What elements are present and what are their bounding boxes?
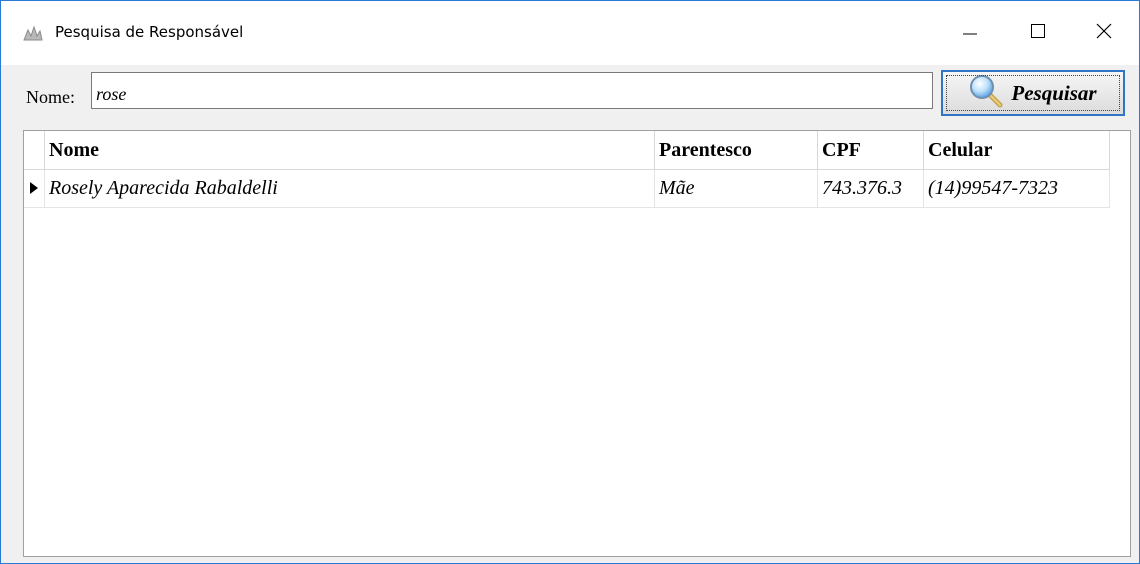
row-pointer-icon [30, 177, 38, 200]
window-title: Pesquisa de Responsável [55, 23, 244, 41]
row-indicator [24, 170, 45, 207]
column-header-celular[interactable]: Celular [924, 131, 1110, 169]
cell-celular[interactable]: (14)99547-7323 [924, 170, 1110, 207]
cell-cpf[interactable]: 743.376.3 [818, 170, 924, 207]
search-button-label: Pesquisar [1011, 80, 1097, 105]
column-header-parentesco[interactable]: Parentesco [655, 131, 818, 169]
search-button[interactable]: Pesquisar [941, 70, 1125, 116]
maximize-icon [1031, 23, 1045, 43]
name-search-input[interactable] [91, 72, 933, 109]
minimize-icon [963, 24, 977, 43]
column-header-cpf[interactable]: CPF [818, 131, 924, 169]
name-label: Nome: [26, 87, 75, 107]
close-button[interactable] [1074, 1, 1134, 65]
results-grid[interactable]: Nome Parentesco CPF Celular Rosely Apare… [23, 130, 1131, 557]
search-bar: Nome: Pesquisar [1, 65, 1139, 127]
column-header-nome[interactable]: Nome [45, 131, 655, 169]
dialog-window: Pesquisa de Responsável Nome: rose Pesqu… [0, 0, 1140, 564]
header-indicator-cell [24, 131, 45, 169]
table-row[interactable]: Rosely Aparecida Rabaldelli Mãe 743.376.… [24, 170, 1110, 208]
title-bar[interactable]: Pesquisa de Responsável [1, 1, 1139, 65]
cell-nome[interactable]: Rosely Aparecida Rabaldelli [45, 170, 655, 207]
maximize-button[interactable] [1008, 1, 1068, 65]
minimize-button[interactable] [940, 1, 1000, 65]
close-icon [1096, 23, 1112, 44]
grid-header: Nome Parentesco CPF Celular [24, 131, 1110, 170]
app-icon [23, 24, 43, 42]
magnifier-icon [969, 74, 1003, 113]
cell-parentesco[interactable]: Mãe [655, 170, 818, 207]
